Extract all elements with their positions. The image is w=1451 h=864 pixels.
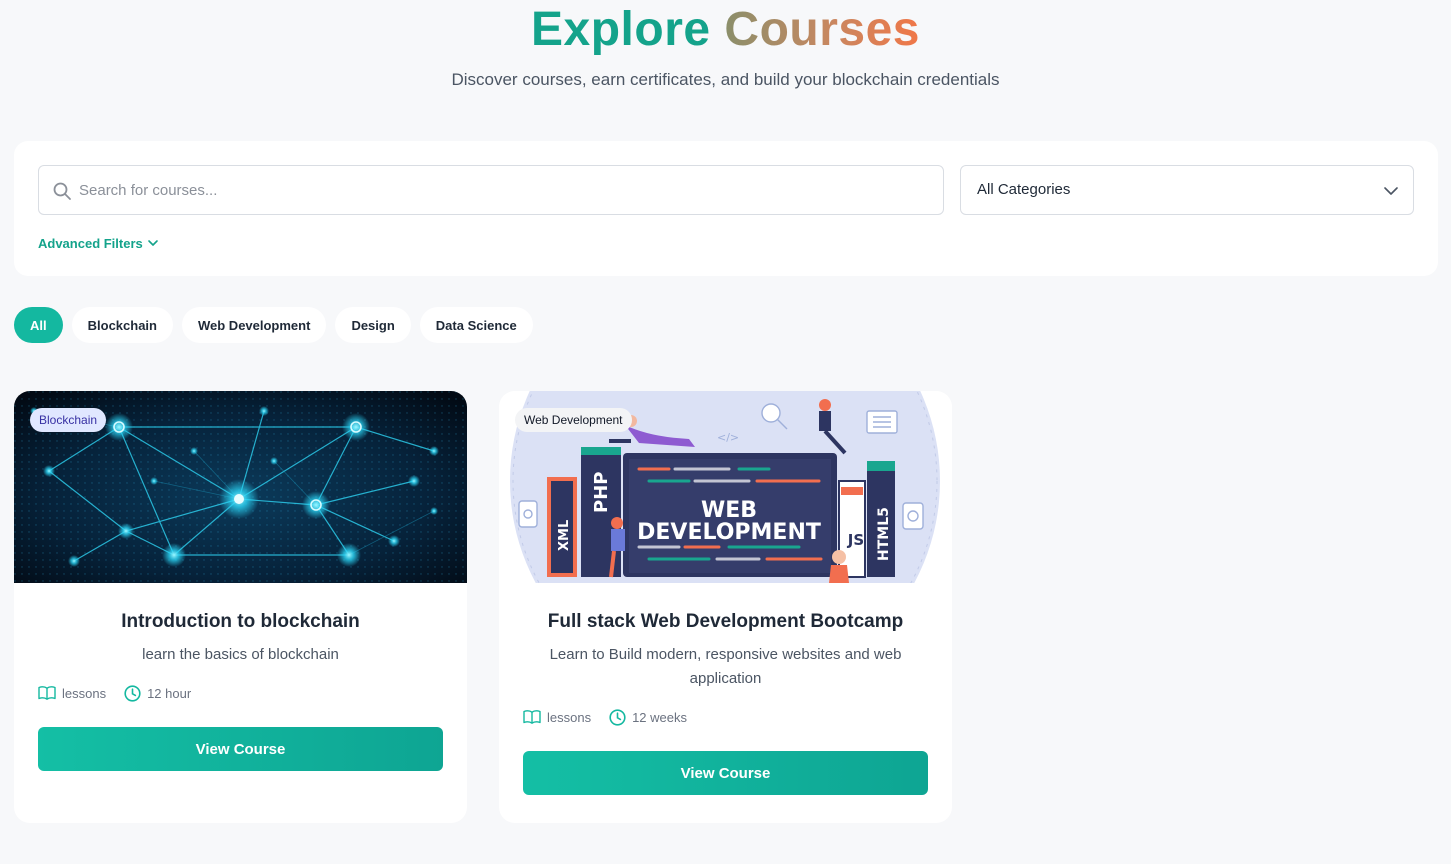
category-select-value: All Categories <box>977 181 1071 198</box>
duration-label: 12 weeks <box>632 709 687 725</box>
page-title-word-2: Courses <box>724 3 920 56</box>
clock-icon <box>609 708 626 726</box>
book-open-icon <box>523 710 541 724</box>
duration-info: 12 hour <box>124 684 192 702</box>
category-filter-pills: All Blockchain Web Development Design Da… <box>14 307 533 343</box>
course-category-badge: Web Development <box>515 408 632 432</box>
lessons-label: lessons <box>547 709 592 725</box>
filter-pill-web-development[interactable]: Web Development <box>181 307 327 343</box>
book-label-php: PHP <box>591 472 612 513</box>
course-meta: lessons 12 hour <box>38 683 191 703</box>
course-image-web-development: </> XML PHP WEB DEVELOPMENT JS HTML5 Web… <box>499 391 952 583</box>
image-heading-development: DEVELOPMENT <box>637 520 821 545</box>
advanced-filters-label: Advanced Filters <box>38 235 143 251</box>
course-title: Full stack Web Development Bootcamp <box>547 611 904 632</box>
lessons-label: lessons <box>62 685 107 701</box>
search-panel: All Categories Advanced Filters <box>14 141 1438 276</box>
duration-info: 12 weeks <box>609 708 687 726</box>
course-title: Introduction to blockchain <box>121 611 360 632</box>
book-label-html5: HTML5 <box>876 507 892 561</box>
page-title-word-1: Explore <box>531 3 711 56</box>
filter-pill-all[interactable]: All <box>14 307 63 343</box>
advanced-filters-toggle[interactable]: Advanced Filters <box>38 233 159 253</box>
duration-label: 12 hour <box>147 685 192 701</box>
filter-pill-data-science[interactable]: Data Science <box>419 307 533 343</box>
course-card: </> XML PHP WEB DEVELOPMENT JS HTML5 Web… <box>499 391 952 823</box>
search-box[interactable] <box>38 165 944 215</box>
search-icon <box>53 182 71 200</box>
category-select[interactable]: All Categories <box>960 165 1414 215</box>
book-label-xml: XML <box>557 520 572 551</box>
lessons-info: lessons <box>523 709 591 725</box>
lessons-info: lessons <box>38 685 106 701</box>
clock-icon <box>124 684 141 702</box>
course-category-badge: Blockchain <box>30 408 107 432</box>
view-course-button[interactable]: View Course <box>38 727 443 771</box>
page-title: Explore Courses <box>0 2 1451 58</box>
course-description: learn the basics of blockchain <box>142 646 339 663</box>
course-meta: lessons 12 weeks <box>523 707 687 727</box>
book-label-js: JS <box>847 531 864 549</box>
course-card: Blockchain Introduction to blockchain le… <box>14 391 467 823</box>
filter-pill-design[interactable]: Design <box>335 307 411 343</box>
course-description: Learn to Build modern, responsive websit… <box>549 646 902 687</box>
svg-text:</>: </> <box>717 431 739 444</box>
page-subtitle: Discover courses, earn certificates, and… <box>451 70 1000 89</box>
book-open-icon <box>38 686 56 700</box>
filter-pill-blockchain[interactable]: Blockchain <box>71 307 173 343</box>
search-input[interactable] <box>79 166 929 214</box>
course-image-blockchain: Blockchain <box>14 391 467 583</box>
chevron-down-icon <box>1384 187 1398 195</box>
chevron-down-icon <box>147 240 158 246</box>
view-course-button[interactable]: View Course <box>523 751 928 795</box>
